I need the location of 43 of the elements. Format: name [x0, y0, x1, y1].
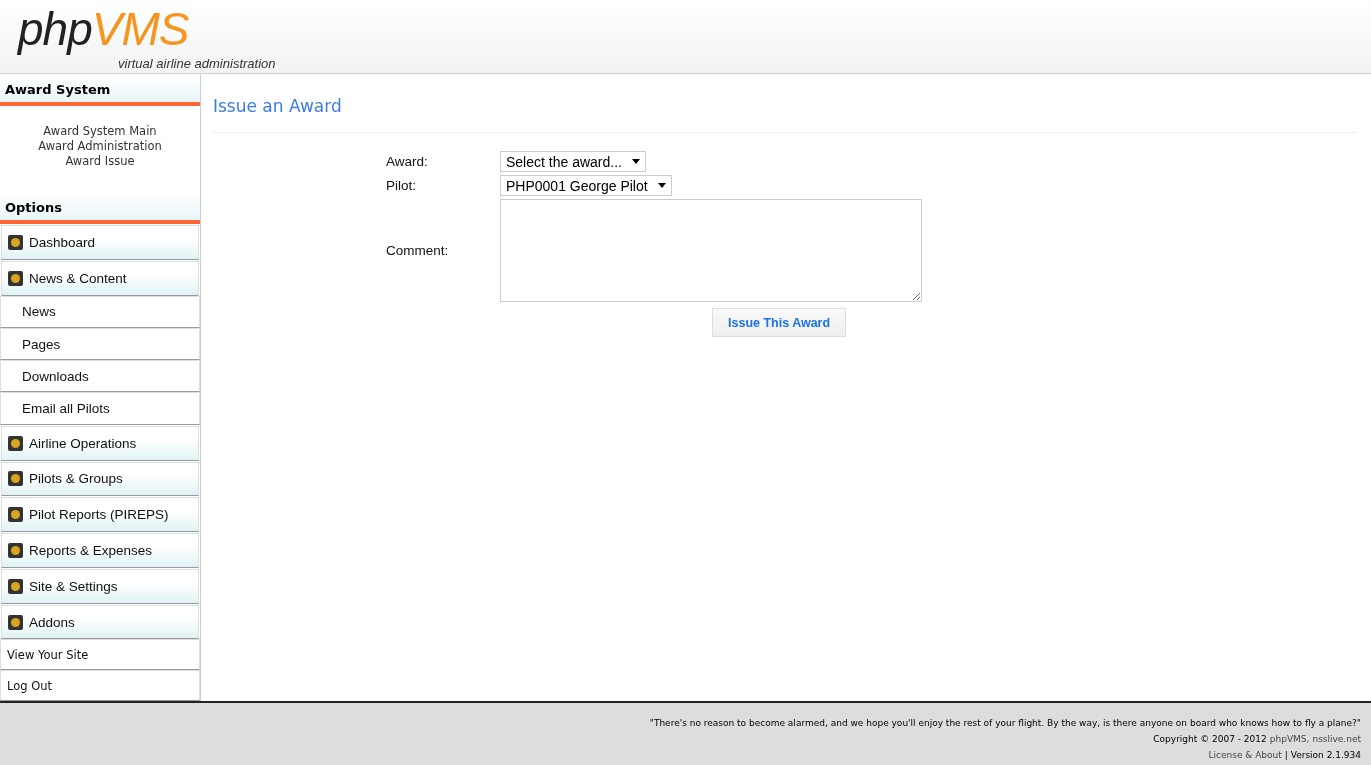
tile-icon — [8, 543, 23, 558]
sidebar-item[interactable]: Site & Settings — [1, 568, 199, 604]
sidebar-item[interactable]: Pilots & Groups — [1, 461, 199, 497]
sidebar-link[interactable]: Award System Main — [43, 124, 157, 138]
footer-link[interactable]: License & About — [1208, 747, 1282, 763]
tile-icon — [8, 614, 23, 630]
logo-wordmark[interactable]: phpVMS — [18, 2, 197, 56]
sidebar-link[interactable]: Award Issue — [65, 154, 135, 168]
sidebar-item[interactable]: Log Out — [0, 670, 200, 702]
caret-icon — [631, 159, 640, 164]
sidebar-item[interactable]: View Your Site — [0, 639, 200, 671]
sidebar-item[interactable]: Downloads — [0, 360, 200, 393]
field-label: Pilot: — [386, 178, 417, 193]
tile-icon — [8, 578, 23, 594]
issue-award-button[interactable]: Issue This Award — [712, 308, 847, 337]
sidebar-item[interactable]: Dashboard — [1, 225, 199, 260]
sidebar-item[interactable]: Airline Operations — [1, 425, 199, 461]
sidebar-item[interactable]: Addons — [1, 604, 199, 640]
tile-icon — [8, 270, 23, 286]
field-label: Comment: — [386, 243, 450, 258]
comment-field[interactable] — [500, 199, 922, 302]
version-text: | Version 2.1.934 — [1284, 749, 1361, 762]
sidebar-link[interactable]: Award Administration — [38, 139, 162, 153]
tile-icon — [8, 507, 23, 523]
tile-icon — [8, 234, 23, 250]
copyright-text: Copyright © 2007 - 2012 — [1153, 733, 1267, 746]
pilot-dropdown[interactable]: PHP0001 George Pilot — [500, 175, 672, 196]
logo-tagline: virtual airline administration — [118, 56, 276, 71]
sidebar-item[interactable]: Email all Pilots — [0, 392, 200, 425]
footer-link[interactable]: nsslive.net — [1312, 731, 1361, 747]
tile-icon — [8, 435, 23, 451]
field-label: Award: — [386, 154, 429, 169]
footer-quote: "There's no reason to become alarmed, and we hope you'll enjoy the rest of your flight. By the way, is there anyone on board who knows how to fly a plane?" — [649, 717, 1361, 730]
footer-link[interactable]: phpVMS, — [1269, 731, 1310, 747]
page-title: Issue an Award — [213, 96, 1357, 133]
sidebar-item[interactable]: News & Content — [1, 260, 199, 296]
caret-icon — [657, 183, 666, 188]
sidebar-item[interactable]: News — [0, 295, 200, 328]
award-dropdown[interactable]: Select the award... — [500, 151, 646, 172]
sidebar-item[interactable]: Reports & Expenses — [1, 533, 199, 568]
tile-icon — [8, 471, 23, 487]
sidebar-item[interactable]: Pages — [0, 327, 200, 361]
sidebar-item[interactable]: Pilot Reports (PIREPS) — [1, 497, 199, 533]
